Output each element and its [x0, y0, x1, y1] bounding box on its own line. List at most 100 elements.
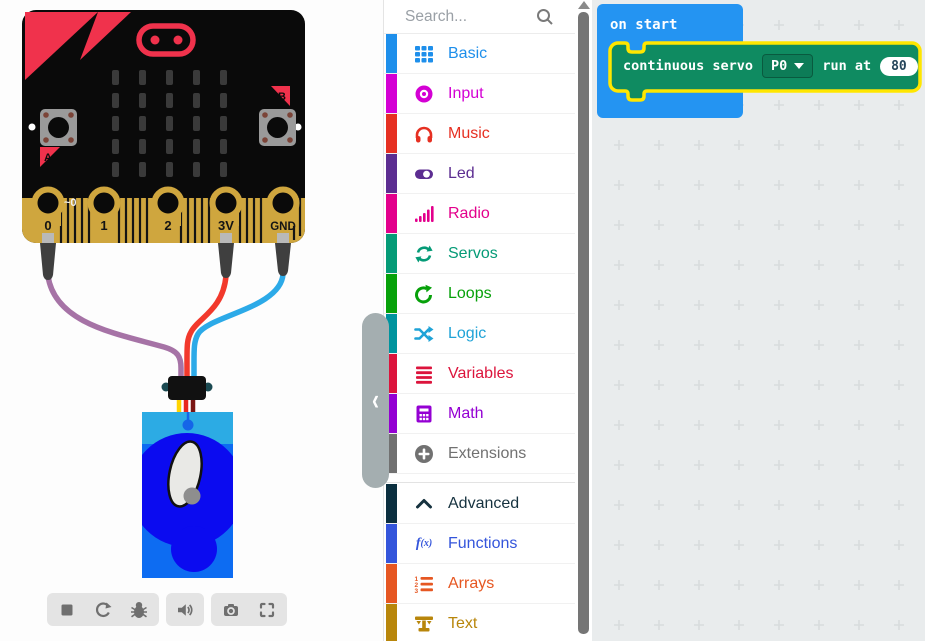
- category-label: Variables: [448, 365, 514, 383]
- calculator-icon: [414, 404, 434, 424]
- stop-button[interactable]: [49, 593, 85, 626]
- category-color-strip: [386, 34, 397, 73]
- toolbox-category-servos[interactable]: Servos: [384, 234, 575, 274]
- toolbox-category-input[interactable]: Input: [384, 74, 575, 114]
- list-bars-icon: [414, 364, 434, 384]
- button-a-letter: A: [44, 152, 52, 164]
- servo-plug: [168, 376, 206, 400]
- toolbox-category-music[interactable]: Music: [384, 114, 575, 154]
- pin-dropdown-value: P0: [771, 58, 787, 74]
- toolbox-category-text[interactable]: Text: [384, 604, 575, 641]
- chevron-down-icon: [794, 63, 804, 69]
- toolbox-category-arrays[interactable]: 123 Arrays: [384, 564, 575, 604]
- svg-text:2: 2: [164, 218, 171, 233]
- search-input[interactable]: [405, 8, 545, 26]
- toolbox-category-basic[interactable]: Basic: [384, 34, 575, 74]
- plus-circle-icon: [414, 444, 434, 464]
- led-toggle-icon: [414, 164, 434, 184]
- toolbox-advanced-toggle[interactable]: Advanced: [384, 484, 575, 524]
- pin-3v[interactable]: [213, 190, 240, 217]
- servo-motor: [130, 412, 244, 578]
- pin-gnd[interactable]: [270, 190, 297, 217]
- sim-control-group: [47, 593, 159, 626]
- category-color-strip: [386, 564, 397, 603]
- category-color-strip: [386, 234, 397, 273]
- pin0-value-annotation: ~0: [64, 197, 77, 209]
- category-label: Arrays: [448, 575, 494, 593]
- toolbox-category-math[interactable]: Math: [384, 394, 575, 434]
- fullscreen-button[interactable]: [249, 593, 285, 626]
- basic-grid-icon: [414, 44, 434, 64]
- category-label: Extensions: [448, 445, 526, 463]
- toolbox-category-functions[interactable]: f(x) Functions: [384, 524, 575, 564]
- on-start-label: on start: [610, 17, 677, 33]
- category-label: Math: [448, 405, 484, 423]
- pin-0[interactable]: [35, 190, 62, 217]
- toolbox: Basic Input Music Led: [383, 0, 575, 641]
- makecode-editor: A B: [0, 0, 925, 641]
- toolbox-category-led[interactable]: Led: [384, 154, 575, 194]
- continuous-servo-block[interactable]: continuous servo P0 run at 80 %: [606, 40, 924, 104]
- category-color-strip: [386, 604, 397, 641]
- category-label: Servos: [448, 245, 498, 263]
- logo-dot: [151, 36, 160, 45]
- category-label: Advanced: [448, 495, 519, 513]
- sync-arrows-icon: [414, 244, 434, 264]
- search-icon[interactable]: [535, 7, 555, 32]
- pin-1[interactable]: [91, 190, 118, 217]
- category-color-strip: [386, 484, 397, 523]
- category-color-strip: [386, 274, 397, 313]
- toolbox-category-extensions[interactable]: Extensions: [384, 434, 575, 474]
- scrollbar-up-arrow[interactable]: [578, 1, 590, 9]
- toolbox-divider: [384, 474, 575, 483]
- screenshot-button[interactable]: [213, 593, 249, 626]
- category-label: Led: [448, 165, 475, 183]
- sim-sound-group: [166, 593, 204, 626]
- svg-text:1: 1: [100, 218, 107, 233]
- scrollbar-thumb[interactable]: [578, 12, 589, 634]
- run-at-label: run at: [822, 58, 871, 74]
- chevron-up-icon: [414, 494, 434, 514]
- numbered-list-icon: 123: [414, 574, 434, 594]
- category-label: Text: [448, 615, 477, 633]
- category-label: Functions: [448, 535, 517, 553]
- speed-value-field[interactable]: 80: [880, 57, 918, 76]
- shuffle-icon: [414, 324, 434, 344]
- text-kerning-icon: [414, 614, 434, 634]
- toolbox-category-variables[interactable]: Variables: [384, 354, 575, 394]
- svg-text:3: 3: [415, 588, 419, 594]
- servo-horn-pivot: [184, 488, 201, 505]
- toolbox-scrollbar: [575, 0, 592, 641]
- category-label: Radio: [448, 205, 490, 223]
- microbit-simulator: A B: [0, 0, 383, 588]
- volume-button[interactable]: [167, 593, 203, 626]
- category-label: Input: [448, 85, 484, 103]
- category-color-strip: [386, 154, 397, 193]
- workspace-canvas[interactable]: on start continuous servo P0 run at 80 %: [592, 0, 925, 641]
- category-color-strip: [386, 194, 397, 233]
- category-color-strip: [386, 114, 397, 153]
- logo-dot: [174, 36, 183, 45]
- headphones-icon: [414, 124, 434, 144]
- category-label: Basic: [448, 45, 487, 63]
- simulator-collapse-handle[interactable]: ‹: [362, 313, 389, 488]
- category-label: Logic: [448, 325, 486, 343]
- toolbox-search-row: [384, 0, 575, 34]
- button-b[interactable]: [259, 109, 302, 146]
- svg-text:3V: 3V: [218, 218, 234, 233]
- pin-dropdown[interactable]: P0: [762, 54, 813, 78]
- servo-block-content: continuous servo P0 run at 80 %: [623, 54, 925, 78]
- category-label: Loops: [448, 285, 492, 303]
- toolbox-category-loops[interactable]: Loops: [384, 274, 575, 314]
- wire-purple-pin0: [48, 276, 181, 378]
- toolbox-category-logic[interactable]: Logic: [384, 314, 575, 354]
- toolbox-category-radio[interactable]: Radio: [384, 194, 575, 234]
- pin-2[interactable]: [155, 190, 182, 217]
- button-b-letter: B: [278, 91, 286, 103]
- restart-button[interactable]: [85, 593, 121, 626]
- simulator-panel: A B: [0, 0, 383, 641]
- signal-bars-icon: [414, 204, 434, 224]
- function-fx-icon: f(x): [414, 534, 434, 554]
- debug-button[interactable]: [121, 593, 157, 626]
- loop-arrow-icon: [414, 284, 434, 304]
